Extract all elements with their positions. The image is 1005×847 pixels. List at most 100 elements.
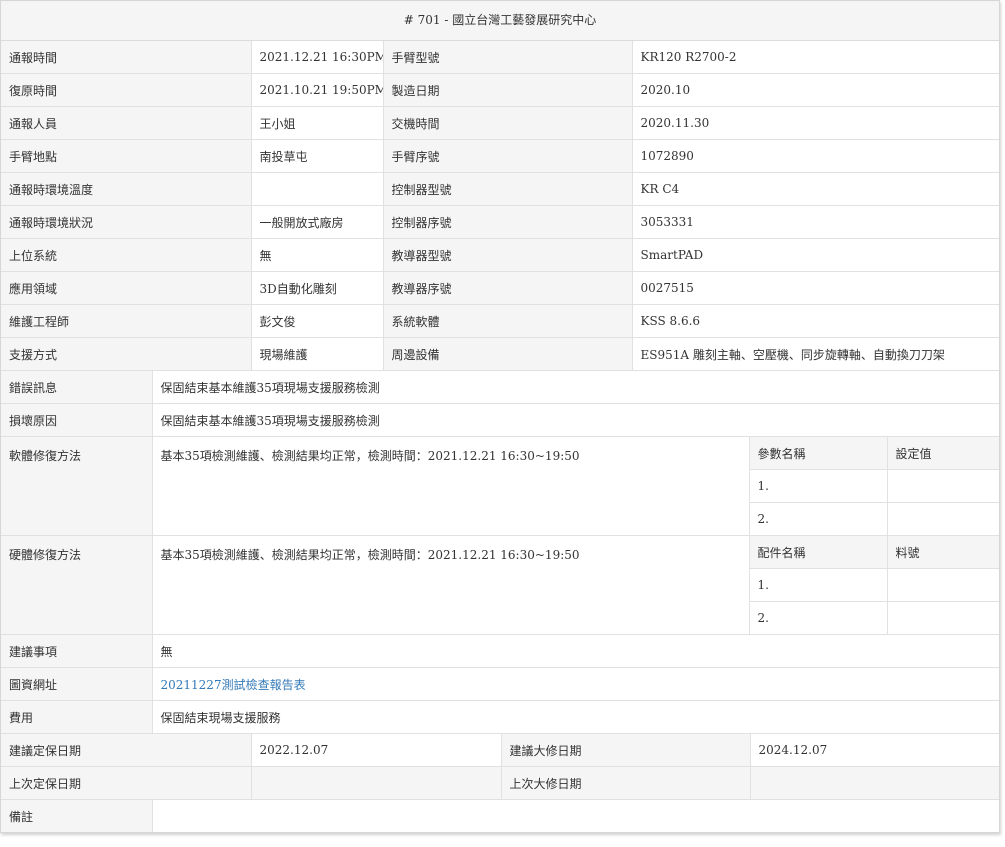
cost-value: 保固結束現場支援服務 <box>151 700 999 734</box>
info-value: ES951A 雕刻主軸、空壓機、同步旋轉軸、自動換刀刀架 <box>631 337 999 371</box>
info-label: 通報時環境狀況 <box>1 205 252 239</box>
info-value: 王小姐 <box>250 106 384 140</box>
info-value: KR C4 <box>631 172 999 206</box>
info-value: 南投草屯 <box>250 139 384 173</box>
remark-value <box>151 800 999 832</box>
info-label: 應用領域 <box>1 271 252 305</box>
info-label: 控制器型號 <box>382 172 633 206</box>
hardware-fix-header-row: 硬體修復方法 基本35項檢測維護、檢測結果均正常，檢測時間：2021.12.21… <box>1 535 999 635</box>
data-url-cell: 20211227測試檢查報告表 <box>151 667 999 701</box>
info-row: 支援方式 現場維護 周邊設備 ES951A 雕刻主軸、空壓機、同步旋轉軸、自動換刀刀架 <box>1 337 999 371</box>
report-link[interactable]: 20211227測試檢查報告表 <box>161 678 306 692</box>
data-url-row: 圖資網址 20211227測試檢查報告表 <box>1 667 999 701</box>
info-row: 通報時間 2021.12.21 16:30PM 手臂型號 KR120 R2700-2 <box>1 41 999 74</box>
hardware-part-number <box>886 601 999 635</box>
cost-label: 費用 <box>1 700 153 734</box>
info-row: 通報人員 王小姐 交機時間 2020.11.30 <box>1 106 999 140</box>
schedule-table: 建議定保日期 2022.12.07 建議大修日期 2024.12.07 上次定保日期 上次… <box>1 734 999 800</box>
hardware-part-name: 1. <box>749 568 888 602</box>
suggestion-row: 建議事項 無 <box>1 634 999 668</box>
info-value <box>250 172 384 206</box>
info-row: 通報時環境狀況 一般開放式廠房 控制器序號 3053331 <box>1 205 999 239</box>
hardware-part-name: 2. <box>749 601 888 635</box>
info-row: 通報時環境溫度 控制器型號 KR C4 <box>1 172 999 206</box>
part-name-header: 配件名稱 <box>748 535 888 569</box>
suggestion-label: 建議事項 <box>1 634 153 668</box>
schedule-value: 2022.12.07 <box>250 734 502 767</box>
info-label: 通報時環境溫度 <box>1 172 252 206</box>
info-label: 控制器序號 <box>382 205 633 239</box>
info-value: KR120 R2700-2 <box>631 41 999 74</box>
info-label: 教導器型號 <box>382 238 633 272</box>
info-label: 手臂地點 <box>1 139 252 173</box>
error-message-row: 錯誤訊息 保固結束基本維護35項現場支援服務檢測 <box>1 371 999 404</box>
info-label: 維護工程師 <box>1 304 252 338</box>
device-info-table: 通報時間 2021.12.21 16:30PM 手臂型號 KR120 R2700-2 復… <box>1 41 999 371</box>
schedule-row: 上次定保日期 上次大修日期 <box>1 766 999 800</box>
damage-cause-label: 損壞原因 <box>1 403 153 437</box>
param-value-header: 設定值 <box>886 436 999 470</box>
software-param-name: 1. <box>749 469 888 503</box>
report-panel: # 701 - 國立台灣工藝發展研究中心 通報時間 2021.12.21 16:3… <box>0 0 1000 833</box>
schedule-row: 建議定保日期 2022.12.07 建議大修日期 2024.12.07 <box>1 734 999 767</box>
info-label: 製造日期 <box>382 73 633 107</box>
schedule-label: 上次大修日期 <box>500 766 751 800</box>
info-value: SmartPAD <box>631 238 999 272</box>
software-param-name: 2. <box>749 502 888 536</box>
info-value: 1072890 <box>631 139 999 173</box>
error-message-value: 保固結束基本維護35項現場支援服務檢測 <box>151 371 999 404</box>
info-value: 0027515 <box>631 271 999 305</box>
info-label: 交機時間 <box>382 106 633 140</box>
info-row: 維護工程師 彭文俊 系統軟體 KSS 8.6.6 <box>1 304 999 338</box>
info-value: 無 <box>250 238 384 272</box>
info-label: 通報人員 <box>1 106 252 140</box>
info-label: 教導器序號 <box>382 271 633 305</box>
schedule-label: 上次定保日期 <box>1 766 252 800</box>
info-value: 2020.11.30 <box>631 106 999 140</box>
repair-table: 錯誤訊息 保固結束基本維護35項現場支援服務檢測 損壞原因 保固結束基本維護35… <box>1 371 999 734</box>
hardware-part-number <box>886 568 999 602</box>
info-row: 上位系統無教導器型號 SmartPAD <box>1 238 999 272</box>
info-value: 現場維護 <box>250 337 384 371</box>
software-fix-value: 基本35項檢測維護、檢測結果均正常，檢測時間：2021.12.21 16:30~… <box>151 436 750 536</box>
schedule-value: 2024.12.07 <box>749 734 999 767</box>
info-value: 2021.12.21 16:30PM <box>250 41 384 74</box>
hardware-fix-value: 基本35項檢測維護、檢測結果均正常，檢測時間：2021.12.21 16:30~… <box>151 535 750 635</box>
hardware-fix-label: 硬體修復方法 <box>1 535 153 635</box>
info-value: 3D自動化雕刻 <box>250 271 384 305</box>
remark-label: 備註 <box>1 800 153 832</box>
info-value: 一般開放式廠房 <box>250 205 384 239</box>
info-value: 3053331 <box>631 205 999 239</box>
error-message-label: 錯誤訊息 <box>1 371 153 404</box>
report-title: # 701 - 國立台灣工藝發展研究中心 <box>1 1 999 41</box>
schedule-label: 建議定保日期 <box>1 734 252 767</box>
info-label: 支援方式 <box>1 337 252 371</box>
info-label: 上位系統 <box>1 238 252 272</box>
schedule-value <box>749 766 999 800</box>
remark-row: 備註 <box>1 800 999 832</box>
info-label: 周邊設備 <box>382 337 633 371</box>
info-row: 手臂地點 南投草屯 手臂序號 1072890 <box>1 139 999 173</box>
param-name-header: 參數名稱 <box>748 436 888 470</box>
damage-cause-row: 損壞原因 保固結束基本維護35項現場支援服務檢測 <box>1 403 999 437</box>
damage-cause-value: 保固結束基本維護35項現場支援服務檢測 <box>151 403 999 437</box>
remark-table: 備註 <box>1 800 999 832</box>
info-label: 系統軟體 <box>382 304 633 338</box>
info-value: 2021.10.21 19:50PM <box>250 73 384 107</box>
info-row: 復原時間 2021.10.21 19:50PM 製造日期 2020.10 <box>1 73 999 107</box>
info-label: 手臂序號 <box>382 139 633 173</box>
cost-row: 費用 保固結束現場支援服務 <box>1 700 999 734</box>
info-value: 彭文俊 <box>250 304 384 338</box>
info-value: KSS 8.6.6 <box>631 304 999 338</box>
data-url-label: 圖資網址 <box>1 667 153 701</box>
info-value: 2020.10 <box>631 73 999 107</box>
schedule-value <box>250 766 502 800</box>
software-fix-header-row: 軟體修復方法 基本35項檢測維護、檢測結果均正常，檢測時間：2021.12.21… <box>1 436 999 536</box>
info-label: 通報時間 <box>1 41 252 74</box>
software-fix-label: 軟體修復方法 <box>1 436 153 536</box>
info-label: 手臂型號 <box>382 41 633 74</box>
software-param-value <box>886 469 999 503</box>
info-row: 應用領域 3D自動化雕刻 教導器序號 0027515 <box>1 271 999 305</box>
part-number-header: 料號 <box>886 535 999 569</box>
suggestion-value: 無 <box>151 634 999 668</box>
